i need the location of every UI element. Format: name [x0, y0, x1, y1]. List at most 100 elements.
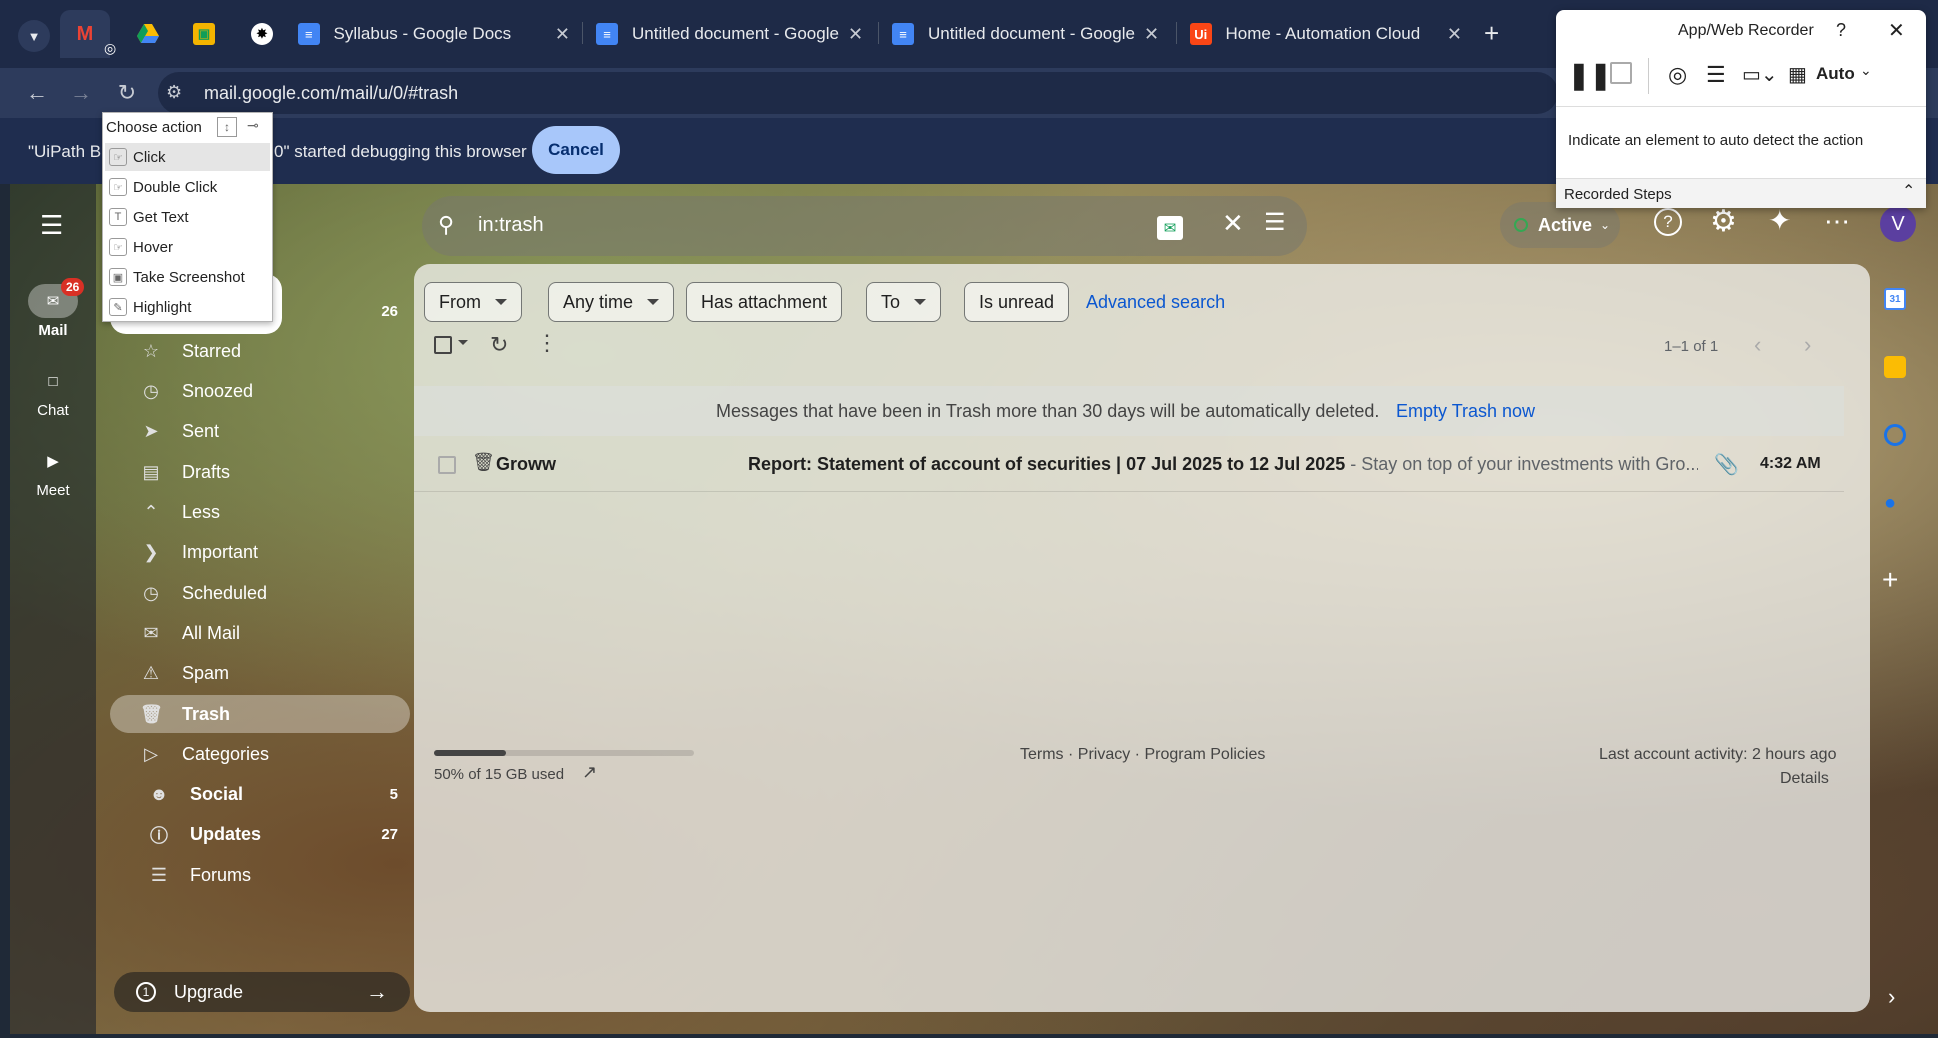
recorded-steps-header[interactable]: Recorded Steps ⌃ [1556, 178, 1926, 208]
apps-grid-icon[interactable]: ⋯ [1824, 206, 1850, 237]
avatar[interactable]: V [1880, 206, 1916, 242]
address-bar[interactable]: ⚙ mail.google.com/mail/u/0/#trash [158, 72, 1558, 114]
empty-trash-link[interactable]: Empty Trash now [1396, 401, 1535, 422]
email-row[interactable]: 🗑 Groww Report: Statement of account of … [414, 438, 1844, 492]
nav-item-less[interactable]: ⌃ Less [110, 494, 410, 532]
advanced-search-link[interactable]: Advanced search [1086, 292, 1225, 313]
nav-item-starred[interactable]: ☆ Starred [110, 332, 410, 370]
email-checkbox[interactable] [438, 456, 456, 474]
tab-search-chevron-icon[interactable]: ▼ [18, 20, 50, 52]
details-link[interactable]: Details [1780, 770, 1829, 788]
rail-mail[interactable]: ✉ 26 Mail [18, 278, 88, 339]
tasks-icon[interactable] [1884, 424, 1906, 446]
expand-side-panel-icon[interactable]: › [1888, 984, 1895, 1010]
screen-capture-icon[interactable]: ▭⌄ [1742, 62, 1778, 87]
filter-is-unread[interactable]: Is unread [964, 282, 1070, 322]
nav-item-forums[interactable]: ☰ Forums [110, 856, 410, 894]
older-chevron-icon[interactable]: › [1804, 332, 1811, 358]
open-in-new-icon[interactable]: ↗ [582, 762, 597, 783]
tab-gmail[interactable]: M [60, 10, 110, 58]
tab-drive[interactable] [128, 10, 168, 58]
tab-untitled-document-2[interactable]: ≡ Untitled document - Google Do ✕ [892, 10, 1164, 58]
close-icon[interactable]: ✕ [1888, 18, 1905, 43]
rail-chat[interactable]: □ Chat [18, 364, 88, 420]
close-icon[interactable]: ✕ [848, 24, 863, 45]
save-disk-icon[interactable] [1610, 62, 1632, 84]
upgrade-button[interactable]: 1 Upgrade → [114, 972, 410, 1012]
rail-meet[interactable]: ▶ Meet [18, 444, 88, 499]
action-hover[interactable]: ☞ Hover [105, 233, 270, 261]
status-button[interactable]: Active ⌄ [1500, 202, 1620, 248]
action-click[interactable]: ☞ Click [105, 143, 270, 171]
select-dropdown-icon[interactable] [458, 340, 468, 345]
refresh-icon[interactable]: ↻ [490, 332, 508, 358]
nav-item-drafts[interactable]: ▤ Drafts [110, 453, 410, 491]
tab-photos[interactable]: ▣ [184, 10, 224, 58]
main-menu-icon[interactable]: ☰ [40, 210, 63, 241]
resize-icon[interactable]: ↕ [217, 117, 237, 137]
tab-syllabus[interactable]: ≡ Syllabus - Google Docs ✕ [298, 10, 570, 58]
nav-item-sent[interactable]: ➤ Sent [110, 413, 410, 451]
search-input[interactable]: in:trash [478, 214, 544, 237]
reload-icon[interactable]: ↻ [112, 78, 142, 108]
url-text[interactable]: mail.google.com/mail/u/0/#trash [204, 83, 458, 104]
more-options-icon[interactable]: ⋮ [536, 330, 558, 356]
contacts-icon[interactable]: ● [1884, 492, 1906, 514]
close-icon[interactable]: ✕ [555, 24, 570, 45]
nav-item-categories[interactable]: ▷ Categories [110, 735, 410, 773]
nav-item-social[interactable]: ☻ Social 5 [110, 776, 410, 814]
new-tab-plus-icon[interactable]: + [1484, 18, 1499, 49]
filter-from[interactable]: From [424, 282, 522, 322]
action-take-screenshot[interactable]: ▣ Take Screenshot [105, 263, 270, 291]
get-addons-plus-icon[interactable]: + [1882, 564, 1898, 596]
search-bar[interactable]: ⚲ in:trash ✉ ✕ ☰ [422, 196, 1307, 256]
close-icon[interactable]: ✕ [1447, 24, 1462, 45]
search-icon[interactable]: ⚲ [438, 212, 454, 238]
clear-search-icon[interactable]: ✕ [1222, 208, 1244, 239]
status-label: Active [1538, 214, 1593, 235]
search-options-icon[interactable]: ☰ [1264, 208, 1286, 237]
action-highlight[interactable]: ✎ Highlight [105, 293, 270, 321]
chevron-down-icon[interactable]: ⌄ [1860, 62, 1872, 79]
mode-select[interactable]: Auto [1816, 64, 1855, 84]
nav-item-spam[interactable]: ⚠ Spam [110, 655, 410, 693]
close-icon[interactable]: ✕ [1144, 24, 1159, 45]
calendar-icon[interactable]: 31 [1884, 288, 1906, 310]
steps-list-icon[interactable]: ☰ [1706, 62, 1726, 88]
footer-links[interactable]: Terms · Privacy · Program Policies [1020, 746, 1265, 764]
nav-item-updates[interactable]: ⓘ Updates 27 [110, 816, 410, 854]
action-double-click[interactable]: ☞ Double Click [105, 173, 270, 201]
tab-openai[interactable]: ✸ [242, 10, 282, 58]
choose-action-popup: Choose action ↕ ⊸ ☞ Click ☞ Double Click T Ge… [102, 112, 273, 322]
target-icon[interactable]: ◎ [1668, 62, 1687, 88]
nav-item-all-mail[interactable]: ✉ All Mail [110, 614, 410, 652]
newer-chevron-icon[interactable]: ‹ [1754, 332, 1761, 358]
gemini-sparkle-icon[interactable]: ✦ [1768, 204, 1791, 237]
site-info-icon[interactable]: ⚙ [166, 82, 182, 103]
filter-to[interactable]: To [866, 282, 942, 322]
nav-item-snoozed[interactable]: ◷ Snoozed [110, 373, 410, 411]
select-all-checkbox[interactable] [434, 336, 452, 354]
nav-item-scheduled[interactable]: ◷ Scheduled [110, 574, 410, 612]
nav-item-trash[interactable]: 🗑 Trash [110, 695, 410, 733]
filter-label: Any time [563, 291, 634, 312]
tab-untitled-document-1[interactable]: ≡ Untitled document - Google Do ✕ [596, 10, 868, 58]
help-icon[interactable]: ? [1654, 208, 1682, 236]
spam-icon: ⚠ [142, 663, 160, 684]
tab-automation-cloud[interactable]: Ui Home - Automation Cloud ✕ [1190, 10, 1462, 58]
cancel-debugging-button[interactable]: Cancel [532, 126, 620, 174]
nav-item-important[interactable]: ❯ Important [110, 534, 410, 572]
filter-has-attachment[interactable]: Has attachment [686, 282, 843, 322]
forward-arrow-icon[interactable]: → [66, 78, 96, 108]
keep-icon[interactable] [1884, 356, 1906, 378]
auto-mode-icon[interactable]: ▦ [1788, 62, 1807, 87]
filter-any-time[interactable]: Any time [548, 282, 675, 322]
settings-gear-icon[interactable]: ⚙ [1710, 204, 1737, 239]
uipath-extension-icon[interactable]: ✉ [1157, 216, 1183, 240]
back-arrow-icon[interactable]: ← [22, 78, 52, 108]
pause-icon[interactable]: ❚❚ [1568, 60, 1612, 91]
help-icon[interactable]: ? [1836, 20, 1846, 41]
action-get-text[interactable]: T Get Text [105, 203, 270, 231]
pin-icon[interactable]: ⊸ [247, 117, 259, 134]
chevron-up-icon[interactable]: ⌃ [1902, 181, 1915, 201]
